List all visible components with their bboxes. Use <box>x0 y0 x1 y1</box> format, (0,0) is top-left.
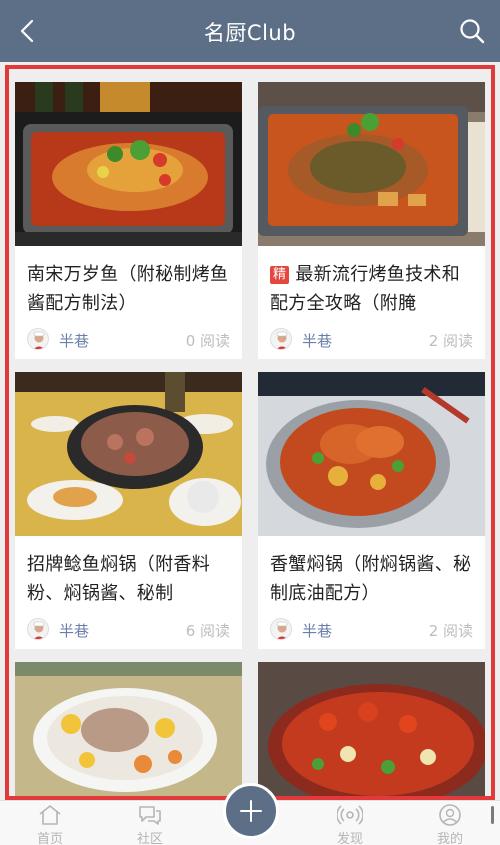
tab-mine[interactable]: 我的 <box>420 801 480 845</box>
author-avatar[interactable] <box>27 328 49 350</box>
home-icon <box>39 805 61 825</box>
tab-discover-label: 发现 <box>336 832 363 845</box>
tab-discover[interactable]: 发现 <box>320 801 380 845</box>
author-avatar[interactable] <box>270 618 292 640</box>
user-profile-icon <box>439 804 461 826</box>
article-card[interactable]: 精最新流行烤鱼技术和配方全攻略（附腌 半巷 2 阅读 <box>258 82 485 359</box>
article-thumbnail <box>258 372 485 536</box>
article-title-text: 招牌鲶鱼焖锅（附香料粉、焖锅酱、秘制 <box>27 554 210 604</box>
article-thumbnail <box>258 82 485 246</box>
article-title-text: 最新流行烤鱼技术和配方全攻略（附腌 <box>270 264 461 314</box>
create-post-button[interactable] <box>223 783 279 839</box>
read-count: 0 阅读 <box>185 332 230 350</box>
tab-mine-label: 我的 <box>436 832 463 845</box>
top-nav-bar: 名厨Club <box>0 0 500 62</box>
article-thumbnail <box>15 372 242 536</box>
discover-broadcast-icon <box>337 805 363 825</box>
article-card[interactable]: 香蟹焖锅（附焖锅酱、秘制底油配方） 半巷 2 阅读 <box>258 372 485 649</box>
featured-badge: 精 <box>270 266 290 284</box>
author-name[interactable]: 半巷 <box>59 620 89 641</box>
author-name[interactable]: 半巷 <box>59 330 89 351</box>
article-title-text: 香蟹焖锅（附焖锅酱、秘制底油配方） <box>270 554 472 604</box>
article-thumbnail <box>15 662 242 800</box>
article-feed: 南宋万岁鱼（附秘制烤鱼酱配方制法） 半巷 0 阅读 精 最新流行烤鱼技术和配方全… <box>0 62 500 800</box>
article-title: 招牌鲶鱼焖锅（附香料粉、焖锅酱、秘制 <box>27 550 232 608</box>
read-count: 6 阅读 <box>185 622 230 640</box>
article-card[interactable] <box>258 662 485 800</box>
page-title: 名厨Club <box>203 21 297 45</box>
article-thumbnail <box>258 662 485 800</box>
read-count: 2 阅读 <box>428 332 473 350</box>
community-chat-icon <box>139 806 161 825</box>
read-count: 2 阅读 <box>428 622 473 640</box>
author-name[interactable]: 半巷 <box>302 330 332 351</box>
article-card[interactable]: 招牌鲶鱼焖锅（附香料粉、焖锅酱、秘制 半巷 6 阅读 <box>15 372 242 649</box>
article-thumbnail <box>15 82 242 246</box>
search-icon[interactable] <box>458 17 486 45</box>
author-avatar[interactable] <box>27 618 49 640</box>
author-avatar[interactable] <box>270 328 292 350</box>
article-title: 精最新流行烤鱼技术和配方全攻略（附腌 <box>270 260 475 318</box>
tab-community[interactable]: 社区 <box>120 801 180 845</box>
article-card[interactable] <box>15 662 242 800</box>
article-card[interactable]: 南宋万岁鱼（附秘制烤鱼酱配方制法） 半巷 0 阅读 <box>15 82 242 359</box>
tab-community-label: 社区 <box>136 832 163 845</box>
author-name[interactable]: 半巷 <box>302 620 332 641</box>
scrollbar-thumb[interactable] <box>491 806 494 824</box>
article-title-text: 南宋万岁鱼（附秘制烤鱼酱配方制法） <box>27 264 229 314</box>
tab-home-label: 首页 <box>36 832 63 845</box>
tab-home[interactable]: 首页 <box>20 801 80 845</box>
plus-icon <box>240 800 262 822</box>
article-title: 南宋万岁鱼（附秘制烤鱼酱配方制法） <box>27 260 232 318</box>
article-title: 香蟹焖锅（附焖锅酱、秘制底油配方） <box>270 550 475 608</box>
